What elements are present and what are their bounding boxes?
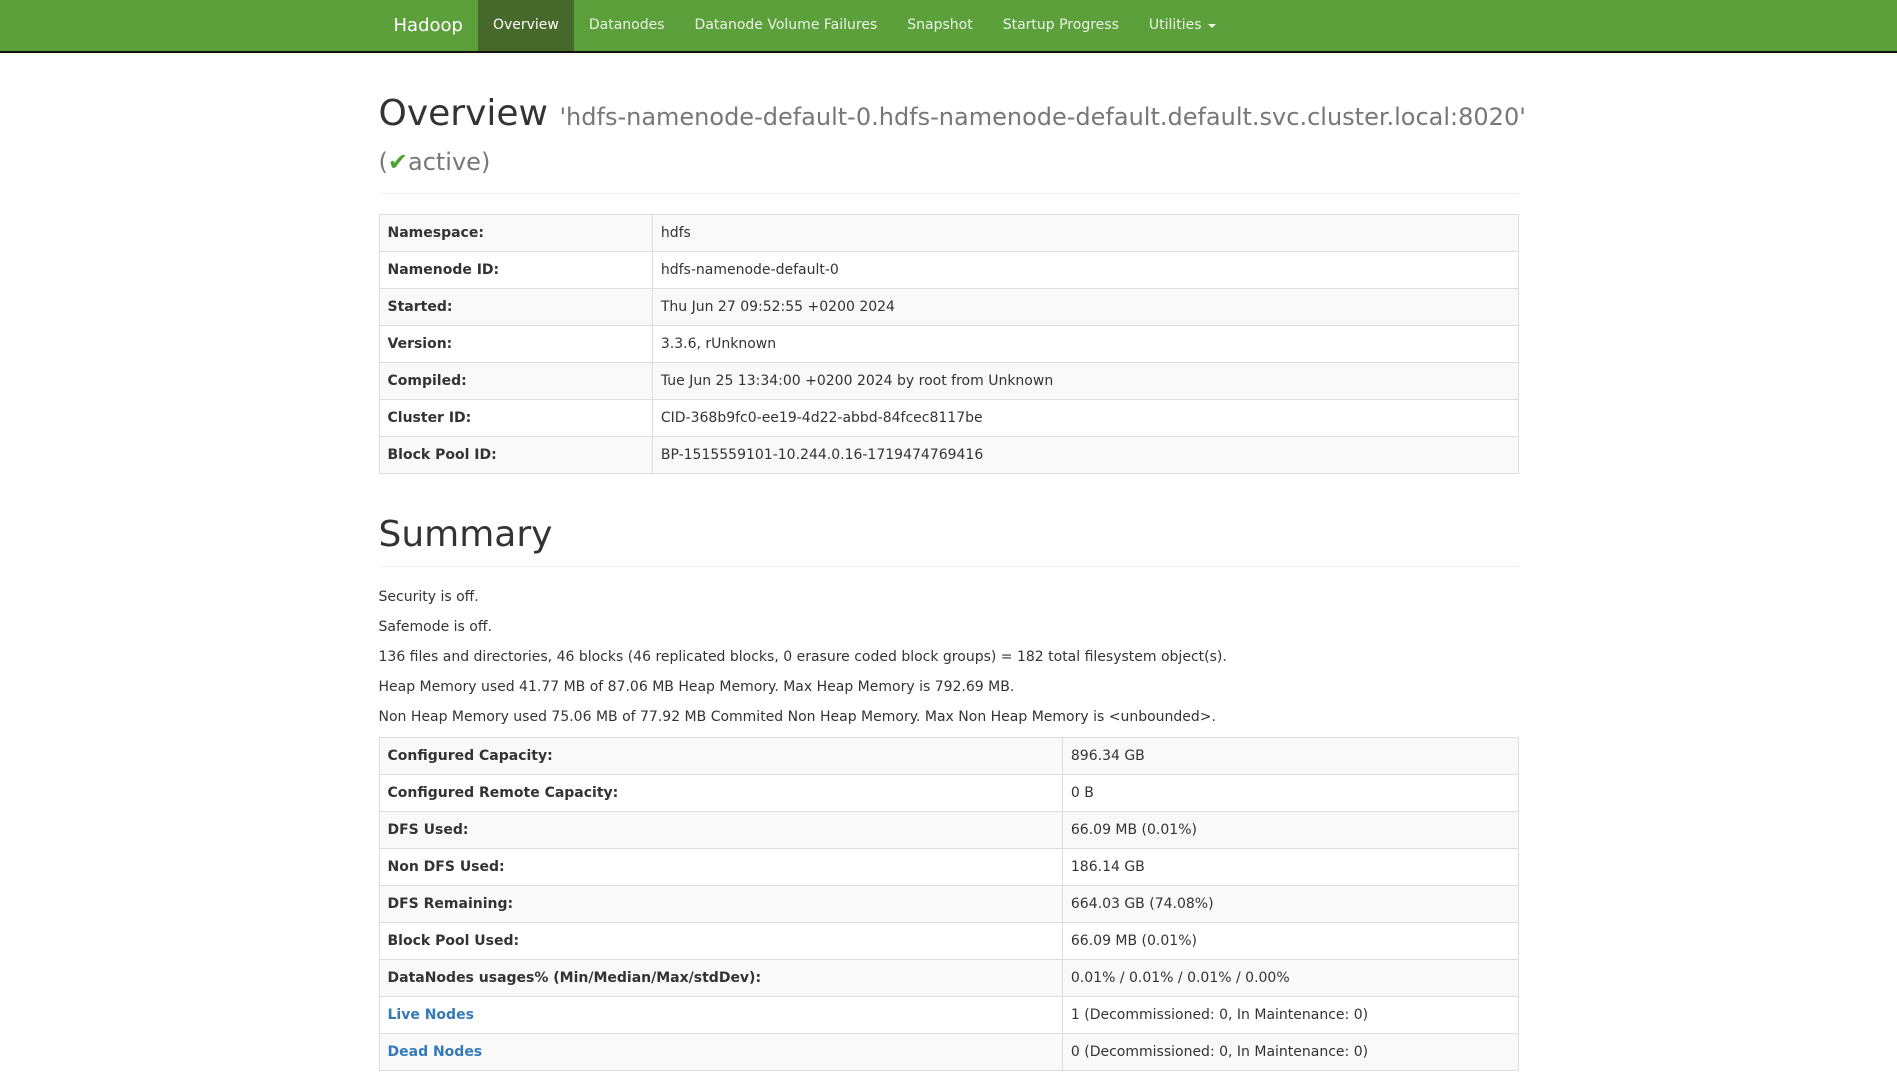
table-row: Version: 3.3.6, rUnknown <box>379 326 1518 363</box>
filesystem-objects-text: 136 files and directories, 46 blocks (46… <box>379 647 1519 667</box>
row-value: 0 B <box>1062 775 1518 812</box>
row-value: 186.14 GB <box>1062 849 1518 886</box>
main-content: Overview 'hdfs-namenode-default-0.hdfs-n… <box>364 93 1534 1071</box>
chevron-down-icon <box>1208 24 1216 28</box>
page-title-text: Overview <box>379 93 549 134</box>
live-nodes-link[interactable]: Live Nodes <box>388 1007 474 1023</box>
row-label: Version: <box>379 326 652 363</box>
table-row: Compiled: Tue Jun 25 13:34:00 +0200 2024… <box>379 363 1518 400</box>
nav-item-label: Datanodes <box>589 15 665 36</box>
status-close-paren: ) <box>481 148 490 176</box>
dead-nodes-link[interactable]: Dead Nodes <box>388 1044 483 1060</box>
nav-item-label: Startup Progress <box>1003 15 1119 36</box>
overview-page-header: Overview 'hdfs-namenode-default-0.hdfs-n… <box>379 93 1519 194</box>
row-label: Started: <box>379 289 652 326</box>
row-label: Live Nodes <box>379 997 1062 1034</box>
nav-item-snapshot[interactable]: Snapshot <box>892 0 987 51</box>
summary-heading: Summary <box>379 514 1519 556</box>
table-row: Non DFS Used: 186.14 GB <box>379 849 1518 886</box>
status-text: active <box>408 148 481 176</box>
row-label: DataNodes usages% (Min/Median/Max/stdDev… <box>379 960 1062 997</box>
row-value: CID-368b9fc0-ee19-4d22-abbd-84fcec8117be <box>652 400 1518 437</box>
table-row: DFS Remaining: 664.03 GB (74.08%) <box>379 886 1518 923</box>
safemode-status-text: Safemode is off. <box>379 617 1519 637</box>
row-label: Cluster ID: <box>379 400 652 437</box>
nav-item-label: Datanode Volume Failures <box>695 15 878 36</box>
row-label: Block Pool Used: <box>379 923 1062 960</box>
table-row: Live Nodes 1 (Decommissioned: 0, In Main… <box>379 997 1518 1034</box>
status-open-paren: ( <box>379 148 388 176</box>
nav-item-overview[interactable]: Overview <box>478 0 574 51</box>
security-status-text: Security is off. <box>379 587 1519 607</box>
brand-hadoop[interactable]: Hadoop <box>379 0 478 51</box>
row-value: Tue Jun 25 13:34:00 +0200 2024 by root f… <box>652 363 1518 400</box>
row-label: Namenode ID: <box>379 252 652 289</box>
table-row: Cluster ID: CID-368b9fc0-ee19-4d22-abbd-… <box>379 400 1518 437</box>
row-value: Thu Jun 27 09:52:55 +0200 2024 <box>652 289 1518 326</box>
nav-item-datanode-volume-failures[interactable]: Datanode Volume Failures <box>680 0 893 51</box>
namenode-address: 'hdfs-namenode-default-0.hdfs-namenode-d… <box>559 103 1525 131</box>
summary-table: Configured Capacity: 896.34 GB Configure… <box>379 737 1519 1071</box>
table-row: Block Pool Used: 66.09 MB (0.01%) <box>379 923 1518 960</box>
table-row: Dead Nodes 0 (Decommissioned: 0, In Main… <box>379 1034 1518 1071</box>
table-row: Namenode ID: hdfs-namenode-default-0 <box>379 252 1518 289</box>
row-value: 896.34 GB <box>1062 738 1518 775</box>
nav-item-label: Snapshot <box>907 15 972 36</box>
row-label: Configured Capacity: <box>379 738 1062 775</box>
heap-memory-text: Heap Memory used 41.77 MB of 87.06 MB He… <box>379 677 1519 697</box>
row-value: 0 (Decommissioned: 0, In Maintenance: 0) <box>1062 1034 1518 1071</box>
navbar: Hadoop Overview Datanodes Datanode Volum… <box>0 0 1897 53</box>
table-row: Started: Thu Jun 27 09:52:55 +0200 2024 <box>379 289 1518 326</box>
non-heap-memory-text: Non Heap Memory used 75.06 MB of 77.92 M… <box>379 707 1519 727</box>
overview-table: Namespace: hdfs Namenode ID: hdfs-nameno… <box>379 214 1519 474</box>
row-value: 66.09 MB (0.01%) <box>1062 812 1518 849</box>
row-label: Configured Remote Capacity: <box>379 775 1062 812</box>
nav-item-label: Utilities <box>1149 15 1202 36</box>
row-value: 66.09 MB (0.01%) <box>1062 923 1518 960</box>
table-row: Configured Remote Capacity: 0 B <box>379 775 1518 812</box>
table-row: Configured Capacity: 896.34 GB <box>379 738 1518 775</box>
row-label: Namespace: <box>379 215 652 252</box>
row-value: hdfs <box>652 215 1518 252</box>
page-title: Overview 'hdfs-namenode-default-0.hdfs-n… <box>379 93 1519 183</box>
row-label: Dead Nodes <box>379 1034 1062 1071</box>
row-label: Block Pool ID: <box>379 437 652 474</box>
row-value: 3.3.6, rUnknown <box>652 326 1518 363</box>
namenode-status-line: (✔active) <box>379 138 1519 183</box>
row-value: 0.01% / 0.01% / 0.01% / 0.00% <box>1062 960 1518 997</box>
row-value: 664.03 GB (74.08%) <box>1062 886 1518 923</box>
nav-item-label: Overview <box>493 15 559 36</box>
check-icon: ✔ <box>388 148 408 176</box>
table-row: Block Pool ID: BP-1515559101-10.244.0.16… <box>379 437 1518 474</box>
navbar-container: Hadoop Overview Datanodes Datanode Volum… <box>364 0 1534 51</box>
table-row: Namespace: hdfs <box>379 215 1518 252</box>
row-label: DFS Used: <box>379 812 1062 849</box>
row-label: Non DFS Used: <box>379 849 1062 886</box>
nav-item-datanodes[interactable]: Datanodes <box>574 0 680 51</box>
row-label: Compiled: <box>379 363 652 400</box>
row-value: 1 (Decommissioned: 0, In Maintenance: 0) <box>1062 997 1518 1034</box>
nav-item-utilities-dropdown[interactable]: Utilities <box>1134 0 1231 51</box>
navbar-menu: Overview Datanodes Datanode Volume Failu… <box>478 0 1231 51</box>
table-row: DFS Used: 66.09 MB (0.01%) <box>379 812 1518 849</box>
nav-item-startup-progress[interactable]: Startup Progress <box>988 0 1134 51</box>
summary-page-header: Summary <box>379 514 1519 567</box>
row-value: BP-1515559101-10.244.0.16-1719474769416 <box>652 437 1518 474</box>
row-value: hdfs-namenode-default-0 <box>652 252 1518 289</box>
table-row: DataNodes usages% (Min/Median/Max/stdDev… <box>379 960 1518 997</box>
page-title-line: Overview 'hdfs-namenode-default-0.hdfs-n… <box>379 93 1526 134</box>
row-label: DFS Remaining: <box>379 886 1062 923</box>
